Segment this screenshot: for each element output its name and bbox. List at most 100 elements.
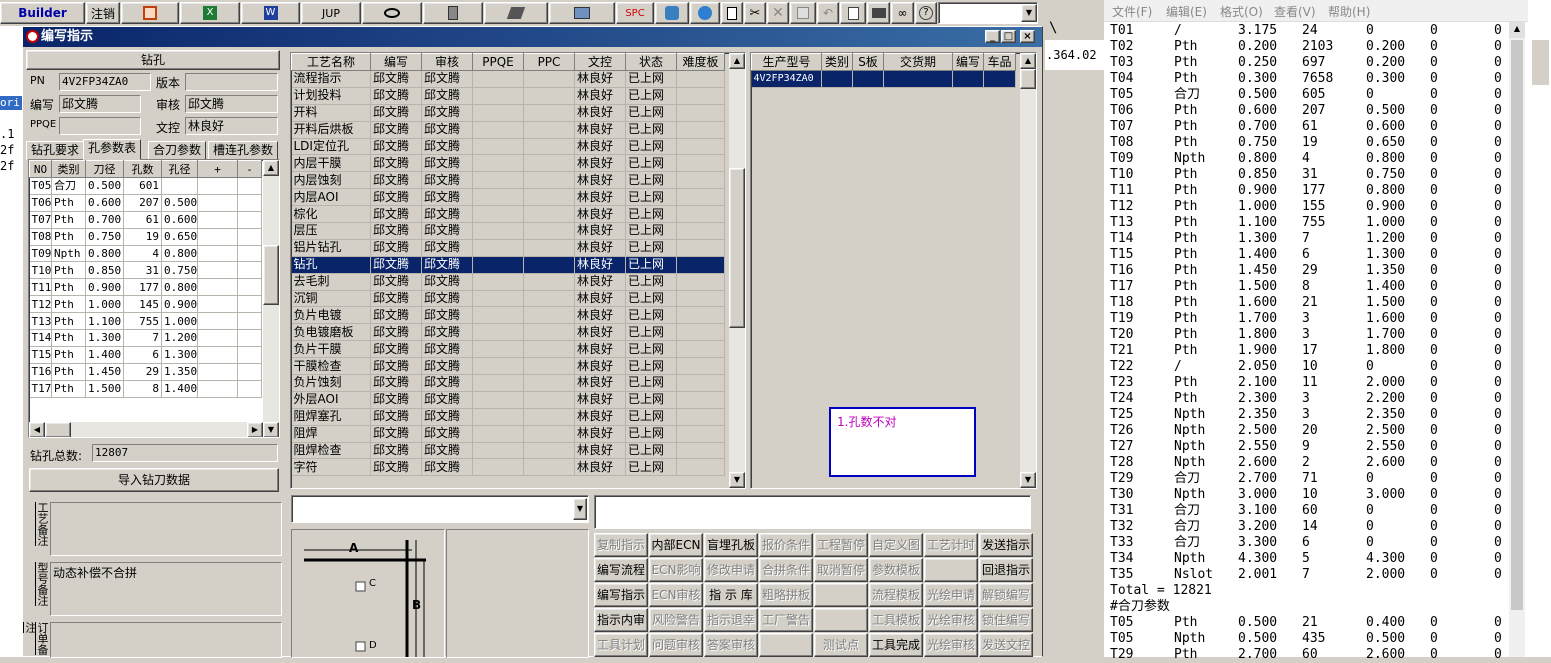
menu-file[interactable]: 文件(F) bbox=[1112, 3, 1152, 20]
delete-button[interactable]: ✕ bbox=[767, 2, 789, 24]
process-col-header[interactable]: 文控 bbox=[574, 53, 626, 71]
close-button[interactable]: × bbox=[1020, 30, 1035, 43]
hole-col-header[interactable]: - bbox=[237, 160, 262, 178]
table-row[interactable]: 阻焊塞孔 邱文腾 邱文腾 林良好 已上网 bbox=[291, 408, 725, 426]
table-row[interactable]: T14 Pth 1.300 7 1.200 bbox=[29, 329, 262, 347]
table-row[interactable]: 字符 邱文腾 邱文腾 林良好 已上网 bbox=[291, 458, 725, 477]
hole-col-header[interactable]: + bbox=[197, 160, 238, 178]
process-combo[interactable]: ▼ bbox=[291, 495, 589, 523]
action-button[interactable]: 工程暂停 bbox=[814, 533, 868, 557]
hole-col-header[interactable]: 孔数 bbox=[123, 160, 162, 178]
table-row[interactable]: T16 Pth 1.450 29 1.350 bbox=[29, 363, 262, 381]
action-button[interactable] bbox=[814, 608, 868, 632]
table-row[interactable]: 流程指示 邱文腾 邱文腾 林良好 已上网 bbox=[291, 70, 725, 88]
action-button[interactable]: 编写指示 bbox=[594, 583, 648, 607]
action-button[interactable]: 测试点 bbox=[814, 633, 868, 657]
scroll-right-icon[interactable]: ▶ bbox=[247, 422, 263, 437]
action-button[interactable]: 盲埋孔板 bbox=[704, 533, 758, 557]
prod-col-header[interactable]: 编写 bbox=[952, 53, 984, 71]
process-col-header[interactable]: 难度板 bbox=[676, 53, 725, 71]
scroll-up-icon[interactable]: ▲ bbox=[263, 160, 279, 176]
cut-button[interactable]: ✂ bbox=[744, 2, 766, 24]
docctrl-field[interactable]: 林良好 bbox=[185, 117, 278, 135]
table-row[interactable]: T17 Pth 1.500 8 1.400 bbox=[29, 380, 262, 398]
menu-help[interactable]: 帮助(H) bbox=[1328, 3, 1370, 20]
scroll-thumb[interactable] bbox=[1020, 69, 1036, 89]
notepad-text-area[interactable]: T01/3.175 24 0 0 0 T02 Pth 0.200 2103 0.200 0 0 T03 P… bbox=[1110, 23, 1506, 663]
toolbar-combo[interactable]: ▼ bbox=[938, 2, 1038, 24]
action-button[interactable]: 发送文控 bbox=[979, 633, 1033, 657]
hole-col-header[interactable]: 类别 bbox=[51, 160, 86, 178]
table-row[interactable]: 阻焊检查 邱文腾 邱文腾 林良好 已上网 bbox=[291, 442, 725, 460]
table-row[interactable]: 干膜检查 邱文腾 邱文腾 林良好 已上网 bbox=[291, 357, 725, 376]
minimize-button[interactable]: _ bbox=[985, 30, 1000, 43]
action-button[interactable]: 粗略拼板 bbox=[759, 583, 813, 607]
table-row[interactable]: T08 Pth 0.750 19 0.650 bbox=[29, 228, 262, 246]
prod-col-header[interactable]: 交货期 bbox=[883, 53, 953, 71]
table-row[interactable]: 负片电镀 邱文腾 邱文腾 林良好 已上网 bbox=[291, 306, 725, 325]
table-row[interactable]: 负片干膜 邱文腾 邱文腾 林良好 已上网 bbox=[291, 340, 725, 359]
table-row[interactable]: T10 Pth 0.850 31 0.750 bbox=[29, 261, 262, 280]
notepad-scrollbar[interactable]: ▲ bbox=[1509, 22, 1525, 657]
scroll-thumb[interactable] bbox=[1511, 40, 1523, 610]
hole-col-header[interactable]: NO bbox=[29, 160, 52, 178]
action-button[interactable]: 回退指示 bbox=[979, 558, 1033, 582]
undo-button[interactable]: ↶ bbox=[817, 2, 839, 24]
action-button[interactable]: 工具完成 bbox=[869, 633, 923, 657]
process-col-header[interactable]: PPC bbox=[523, 53, 575, 71]
table-row[interactable]: 层压 邱文腾 邱文腾 林良好 已上网 bbox=[291, 222, 725, 240]
action-button[interactable]: 光绘审核 bbox=[924, 633, 978, 657]
tab-hole-params[interactable]: 孔参数表 bbox=[83, 139, 142, 160]
table-row[interactable]: 去毛刺 邱文腾 邱文腾 林良好 已上网 bbox=[291, 273, 725, 291]
prod-col-header[interactable]: 车品 bbox=[983, 53, 1016, 71]
action-button[interactable]: 风险警告 bbox=[649, 608, 703, 632]
process-col-header[interactable]: 工艺名称 bbox=[291, 53, 371, 71]
chevron-down-icon[interactable]: ▼ bbox=[573, 498, 587, 520]
table-row[interactable]: 4V2FP34ZA0 bbox=[751, 70, 1016, 88]
hscroll-thumb[interactable] bbox=[45, 422, 71, 437]
table-row[interactable]: T09 Npth 0.800 4 0.800 bbox=[29, 245, 262, 263]
import-drill-data-button[interactable]: 导入钻刀数据 bbox=[29, 468, 279, 492]
table-row[interactable]: T15 Pth 1.400 6 1.300 bbox=[29, 346, 262, 364]
tab-slot-params[interactable]: 槽连孔参数 bbox=[208, 141, 279, 160]
detail-input[interactable] bbox=[594, 495, 1031, 529]
prod-col-header[interactable]: 生产型号 bbox=[751, 53, 822, 71]
hole-col-header[interactable]: 刀径 bbox=[85, 160, 124, 178]
menu-edit[interactable]: 编辑(E) bbox=[1166, 3, 1207, 20]
action-button[interactable]: ECN影响 bbox=[649, 558, 703, 582]
scroll-thumb[interactable] bbox=[263, 245, 279, 305]
scroll-up-icon[interactable]: ▲ bbox=[729, 53, 745, 69]
logout-button[interactable]: 注销 bbox=[86, 2, 120, 24]
table-row[interactable]: 负片蚀刻 邱文腾 邱文腾 林良好 已上网 bbox=[291, 374, 725, 392]
action-button[interactable]: 答案审核 bbox=[704, 633, 758, 657]
ppt-button[interactable] bbox=[121, 2, 179, 24]
table-row[interactable]: T12 Pth 1.000 145 0.900 bbox=[29, 295, 262, 314]
table-row[interactable]: T13 Pth 1.100 755 1.000 bbox=[29, 312, 262, 331]
process-note-field[interactable] bbox=[50, 502, 282, 556]
prod-col-header[interactable]: S板 bbox=[852, 53, 884, 71]
table-row[interactable]: 内层AOI 邱文腾 邱文腾 林良好 已上网 bbox=[291, 188, 725, 207]
pn-field[interactable]: 4V2FP34ZA0 bbox=[59, 73, 151, 91]
action-button[interactable]: 解锁编写 bbox=[979, 583, 1033, 607]
table-row[interactable]: T05 合刀 0.500 601 bbox=[29, 177, 262, 195]
word-button[interactable]: W bbox=[241, 2, 300, 24]
action-button[interactable]: 内部ECN bbox=[649, 533, 703, 557]
process-col-header[interactable]: PPQE bbox=[472, 53, 524, 71]
prod-col-header[interactable]: 类别 bbox=[821, 53, 853, 71]
table-row[interactable]: 开料 邱文腾 邱文腾 林良好 已上网 bbox=[291, 104, 725, 122]
action-button[interactable] bbox=[759, 633, 813, 657]
table-row[interactable]: T06 Pth 0.600 207 0.500 bbox=[29, 194, 262, 212]
tools-button[interactable] bbox=[484, 2, 548, 24]
review-field[interactable]: 邱文腾 bbox=[185, 95, 278, 113]
action-button[interactable]: 指示内审 bbox=[594, 608, 648, 632]
action-button[interactable]: 参数模板 bbox=[869, 558, 923, 582]
action-button[interactable]: 合拼条件 bbox=[759, 558, 813, 582]
scroll-down-icon[interactable]: ▼ bbox=[729, 472, 745, 488]
production-scrollbar[interactable]: ▲ ▼ bbox=[1020, 53, 1036, 488]
process-col-header[interactable]: 编写 bbox=[370, 53, 422, 71]
table-row[interactable]: 内层干膜 邱文腾 邱文腾 林良好 已上网 bbox=[291, 154, 725, 173]
save-button[interactable] bbox=[790, 2, 816, 24]
action-button[interactable]: 问题审核 bbox=[649, 633, 703, 657]
process-col-header[interactable]: 审核 bbox=[421, 53, 473, 71]
action-button[interactable]: 取消暂停 bbox=[814, 558, 868, 582]
